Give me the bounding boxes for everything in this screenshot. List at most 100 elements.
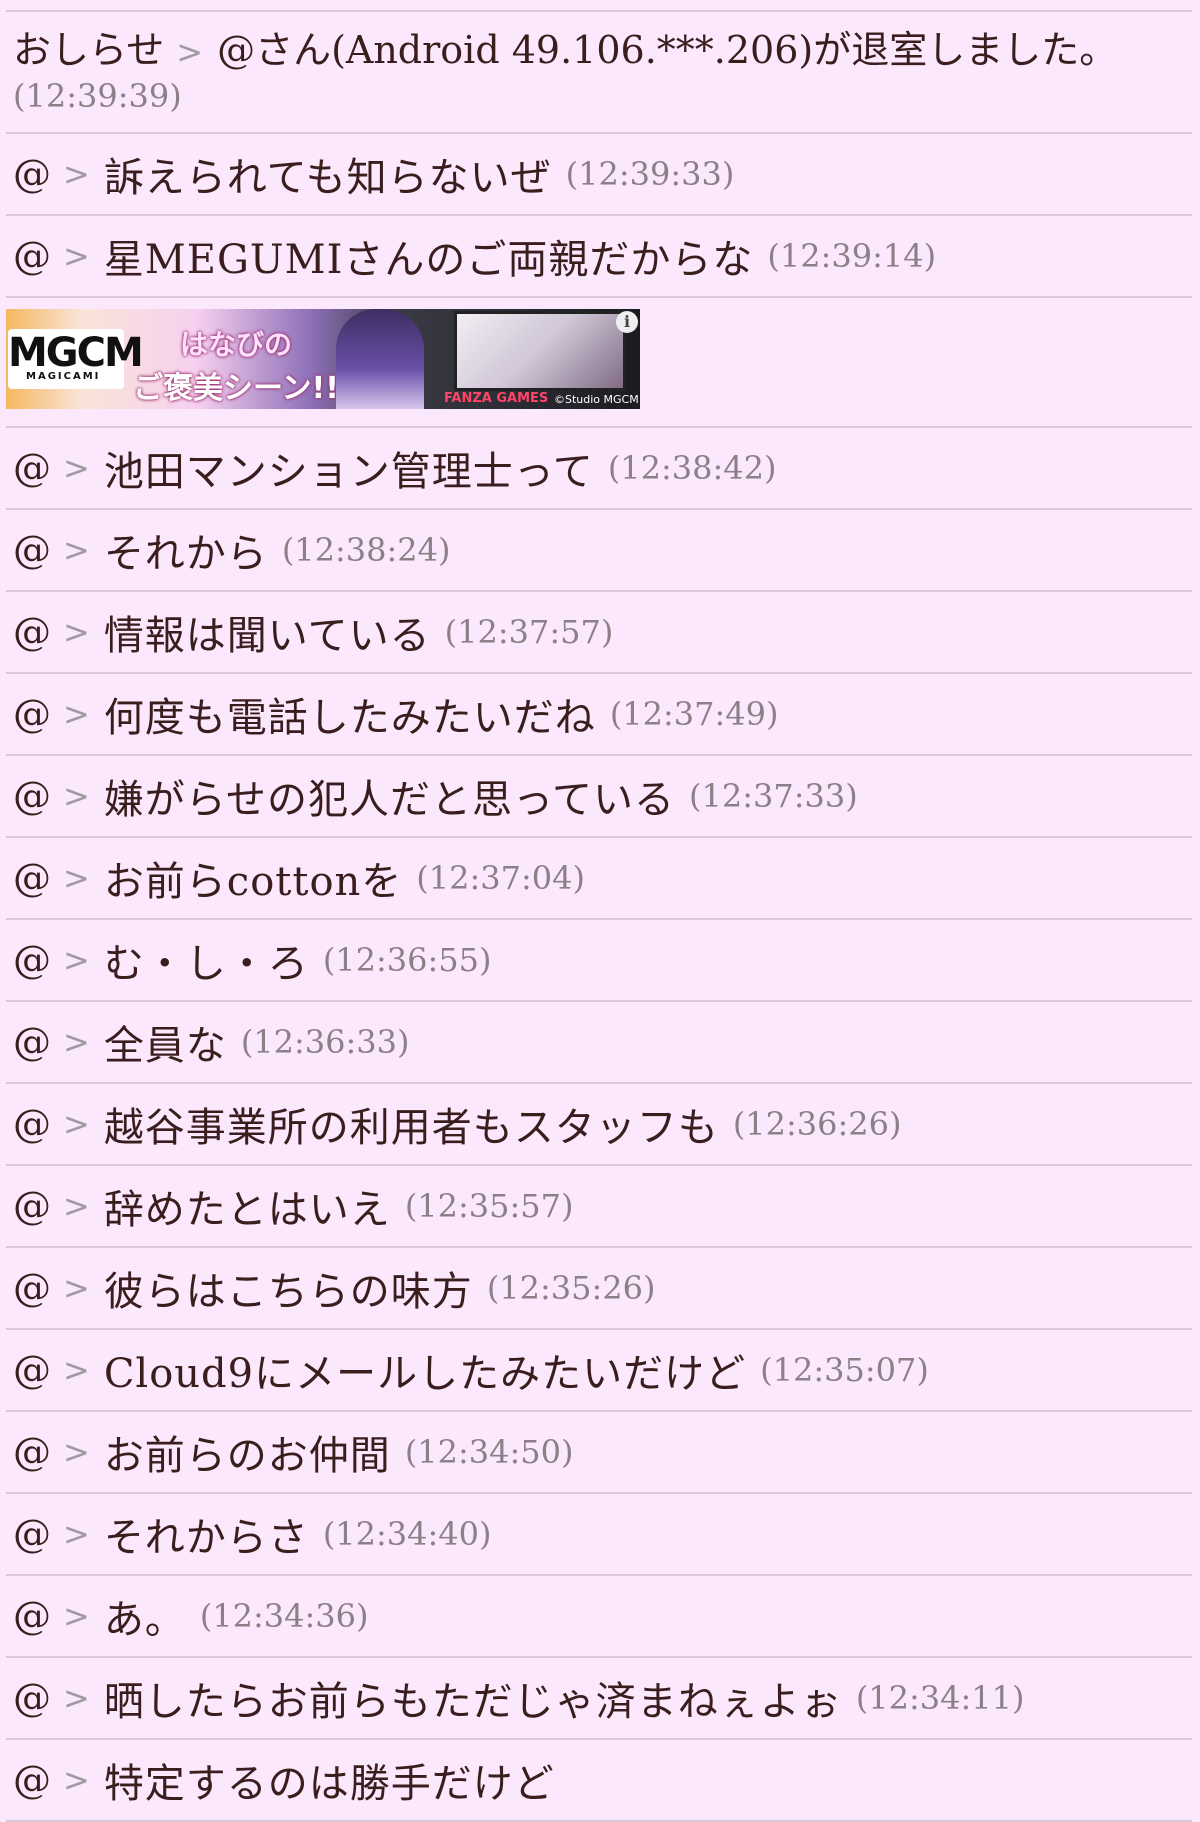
ad-publisher: FANZA GAMES	[444, 391, 549, 406]
sender-name: @	[13, 234, 51, 278]
message-text: 全員な	[103, 1023, 227, 1069]
chat-message: @ > 特定するのは勝手だけど	[6, 1740, 1192, 1822]
ad-info-icon[interactable]: i	[616, 311, 638, 333]
timestamp: (12:38:42)	[607, 449, 777, 487]
message-text: 何度も電話したみたいだね	[103, 695, 596, 741]
timestamp: (12:36:55)	[322, 941, 492, 979]
chat-message: @ > 星MEGUMIさんのご両親だからな (12:39:14)	[6, 216, 1192, 298]
notice-text: @さん(Android 49.106.***.206)が退室しました。	[217, 28, 1118, 72]
notice-label: おしらせ	[13, 28, 165, 72]
sender-name: @	[13, 1512, 51, 1556]
chat-message: @ > 情報は聞いている (12:37:57)	[6, 592, 1192, 674]
separator: >	[63, 1761, 90, 1799]
separator: >	[63, 859, 90, 897]
chat-message: @ > 越谷事業所の利用者もスタッフも (12:36:26)	[6, 1084, 1192, 1166]
ad-caption: はなびの ご褒美シーン!!	[126, 323, 346, 407]
timestamp: (12:38:24)	[281, 531, 451, 569]
chat-message: @ > 晒したらお前らもただじゃ済まねぇよぉ (12:34:11)	[6, 1658, 1192, 1740]
timestamp: (12:35:07)	[760, 1351, 929, 1389]
ad-row: MGCM MAGICAMI はなびの ご褒美シーン!! FANZA GAMES …	[6, 298, 1192, 428]
message-text: 特定するのは勝手だけど	[103, 1761, 555, 1807]
message-text: 訴えられても知らないぜ	[103, 155, 552, 201]
timestamp: (12:37:04)	[416, 859, 585, 897]
ad-character-image	[336, 309, 424, 409]
timestamp: (12:34:11)	[855, 1679, 1025, 1717]
separator: >	[63, 1023, 90, 1061]
timestamp: (12:39:33)	[565, 155, 735, 193]
message-text: 晒したらお前らもただじゃ済まねぇよぉ	[103, 1679, 842, 1725]
message-text: それから	[103, 531, 268, 577]
timestamp: (12:39:14)	[767, 237, 937, 275]
chat-log: おしらせ > @さん(Android 49.106.***.206)が退室しました。…	[6, 12, 1192, 1822]
timestamp: (12:37:49)	[609, 695, 779, 733]
sender-name: @	[13, 1594, 51, 1638]
sender-name: @	[13, 152, 51, 196]
chat-message: @ > お前らのお仲間 (12:34:50)	[6, 1412, 1192, 1494]
chat-message: @ > 嫌がらせの犯人だと思っている (12:37:33)	[6, 756, 1192, 838]
separator: >	[63, 695, 90, 733]
ad-logo-subtitle: MAGICAMI	[26, 371, 101, 382]
sender-name: @	[13, 1348, 51, 1392]
sender-name: @	[13, 1758, 51, 1802]
separator: >	[63, 941, 90, 979]
separator: >	[63, 1351, 90, 1389]
separator: >	[63, 1269, 90, 1307]
chat-message: @ > 池田マンション管理士って (12:38:42)	[6, 428, 1192, 510]
timestamp: (12:34:40)	[322, 1515, 492, 1553]
sender-name: @	[13, 1676, 51, 1720]
separator: >	[63, 449, 90, 487]
sender-name: @	[13, 446, 51, 490]
timestamp: (12:35:57)	[404, 1187, 574, 1225]
sender-name: @	[13, 1020, 51, 1064]
message-text: お前らcottonを	[103, 859, 403, 905]
message-text: 嫌がらせの犯人だと思っている	[103, 777, 676, 823]
ad-caption-line2: ご褒美シーン!!	[133, 371, 339, 406]
sender-name: @	[13, 938, 51, 982]
separator: >	[63, 777, 90, 815]
chat-message: @ > Cloud9にメールしたみたいだけど (12:35:07)	[6, 1330, 1192, 1412]
message-text: 彼らはこちらの味方	[103, 1269, 473, 1315]
chat-message: @ > お前らcottonを (12:37:04)	[6, 838, 1192, 920]
timestamp: (12:35:26)	[486, 1269, 656, 1307]
chat-message: @ > 辞めたとはいえ (12:35:57)	[6, 1166, 1192, 1248]
sender-name: @	[13, 528, 51, 572]
timestamp: (12:34:36)	[199, 1597, 369, 1635]
message-text: Cloud9にメールしたみたいだけど	[103, 1351, 747, 1397]
chat-message: @ > 全員な (12:36:33)	[6, 1002, 1192, 1084]
chat-message: @ > あ。 (12:34:36)	[6, 1576, 1192, 1658]
message-text: 情報は聞いている	[103, 613, 431, 659]
message-text: 越谷事業所の利用者もスタッフも	[103, 1105, 719, 1151]
sender-name: @	[13, 1184, 51, 1228]
separator: >	[63, 155, 90, 193]
chat-message: @ > む・し・ろ (12:36:55)	[6, 920, 1192, 1002]
message-text: お前らのお仲間	[103, 1433, 391, 1479]
ad-caption-line1: はなびの	[179, 328, 292, 361]
message-text: 星MEGUMIさんのご両親だからな	[103, 237, 754, 283]
sender-name: @	[13, 610, 51, 654]
timestamp: (12:37:33)	[689, 777, 858, 815]
message-text: む・し・ろ	[103, 941, 309, 987]
chat-message: @ > それからさ (12:34:40)	[6, 1494, 1192, 1576]
ad-banner[interactable]: MGCM MAGICAMI はなびの ご褒美シーン!! FANZA GAMES …	[6, 309, 640, 409]
separator: >	[63, 1433, 90, 1471]
sender-name: @	[13, 1266, 51, 1310]
system-notice: おしらせ > @さん(Android 49.106.***.206)が退室しました。…	[6, 12, 1192, 134]
sender-name: @	[13, 1430, 51, 1474]
timestamp: (12:36:26)	[732, 1105, 902, 1143]
sender-name: @	[13, 692, 51, 736]
ad-copyright: ©Studio MGCM	[554, 393, 639, 406]
message-text: 池田マンション管理士って	[103, 449, 594, 495]
timestamp: (12:39:39)	[13, 77, 182, 115]
separator: >	[63, 531, 90, 569]
message-text: あ。	[103, 1597, 186, 1643]
separator: >	[176, 33, 204, 71]
timestamp: (12:36:33)	[240, 1023, 410, 1061]
separator: >	[63, 237, 90, 275]
message-text: それからさ	[103, 1515, 309, 1561]
separator: >	[63, 1515, 90, 1553]
chat-message: @ > それから (12:38:24)	[6, 510, 1192, 592]
separator: >	[63, 1679, 90, 1717]
chat-message: @ > 訴えられても知らないぜ (12:39:33)	[6, 134, 1192, 216]
chat-message: @ > 何度も電話したみたいだね (12:37:49)	[6, 674, 1192, 756]
message-text: 辞めたとはいえ	[103, 1187, 391, 1233]
